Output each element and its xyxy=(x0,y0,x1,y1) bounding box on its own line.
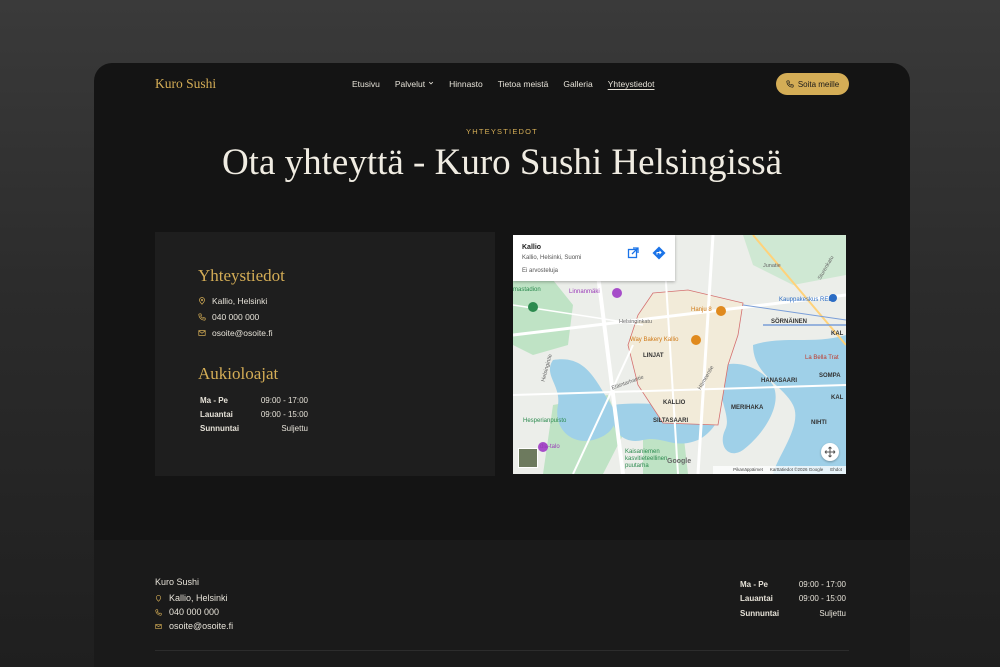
footer-divider xyxy=(155,650,849,651)
map-terms-link[interactable]: Ehdot xyxy=(830,467,842,473)
footer-address-text: Kallio, Helsinki xyxy=(169,593,228,603)
phone-text: 040 000 000 xyxy=(212,312,260,322)
section-eyebrow: YHTEYSTIEDOT xyxy=(466,127,538,136)
map-label: NIHTI xyxy=(811,420,827,426)
map-attribution: Pikanäppäimet Karttatiedot ©2026 Google … xyxy=(713,466,846,474)
contact-heading: Yhteystiedot xyxy=(198,266,285,285)
phone-icon xyxy=(155,608,162,616)
mail-icon xyxy=(198,330,206,336)
nav-item-tietoa[interactable]: Tietoa meistä xyxy=(498,79,549,89)
footer-email-text: osoite@osoite.fi xyxy=(169,621,234,631)
contact-phone[interactable]: 040 000 000 xyxy=(198,312,259,322)
hours-time: 09:00 - 15:00 xyxy=(798,594,846,604)
directions-icon[interactable] xyxy=(651,245,667,261)
footer-address: Kallio, Helsinki xyxy=(155,593,228,603)
contact-address: Kallio, Helsinki xyxy=(198,296,267,306)
footer-phone-text: 040 000 000 xyxy=(169,607,220,617)
hours-time: Suljettu xyxy=(819,608,846,618)
footer-phone[interactable]: 040 000 000 xyxy=(155,607,219,617)
map-place-card: Kallio Kallio, Helsinki, Suomi Ei arvost… xyxy=(513,235,675,281)
map-label: Kauppakeskus REDI xyxy=(779,297,835,303)
contact-email[interactable]: osoite@osoite.fi xyxy=(198,328,273,338)
place-name: Kallio xyxy=(522,244,542,251)
map-label: Junatie xyxy=(763,263,781,269)
place-reviews[interactable]: Ei arvosteluja xyxy=(522,268,558,274)
map-label: KAL xyxy=(831,395,844,401)
site-footer: Kuro Sushi Kallio, Helsinki 040 000 000 … xyxy=(94,540,910,667)
map-label: mastadion xyxy=(513,287,541,293)
address-text: Kallio, Helsinki xyxy=(212,296,268,306)
hours-time: 09:00 - 15:00 xyxy=(260,409,308,419)
site-logo[interactable]: Kuro Sushi xyxy=(155,76,216,92)
hours-day: Sunnuntai xyxy=(740,608,780,618)
map-label: SÖRNÄINEN xyxy=(771,319,808,325)
hours-row: Sunnuntai Suljettu xyxy=(740,606,846,621)
map-layer-thumbnail[interactable] xyxy=(518,448,538,468)
map-label: LINJAT xyxy=(643,353,664,359)
hours-day: Ma - Pe xyxy=(740,579,769,589)
map-label: MERIHAKA xyxy=(731,405,764,411)
page-title: Ota yhteyttä - Kuro Sushi Helsingissä xyxy=(221,142,783,183)
hours-day: Ma - Pe xyxy=(200,395,229,405)
hours-row: Ma - Pe 09:00 - 17:00 xyxy=(200,393,308,407)
chevron-down-icon xyxy=(429,81,434,85)
google-logo: Google xyxy=(667,458,692,465)
hours-day: Sunnuntai xyxy=(200,423,240,433)
footer-hours: Ma - Pe 09:00 - 17:00 Lauantai 09:00 - 15:… xyxy=(740,577,846,621)
map-label: La Bella Trat xyxy=(805,355,839,361)
browser-page: Kuro Sushi Etusivu Palvelut Hinnasto Tie… xyxy=(94,63,910,667)
google-map[interactable]: Linnanmäki mastadion Hanju 8 Way Bakery … xyxy=(513,235,846,474)
nav-item-galleria[interactable]: Galleria xyxy=(563,79,592,89)
phone-icon xyxy=(198,313,206,321)
map-label: KAL xyxy=(831,331,844,337)
hours-day: Lauantai xyxy=(200,409,233,419)
site-header: Kuro Sushi Etusivu Palvelut Hinnasto Tie… xyxy=(94,63,910,105)
hours-row: Ma - Pe 09:00 - 17:00 xyxy=(740,577,846,592)
nav-item-label: Palvelut xyxy=(394,79,426,89)
nav-item-palvelut[interactable]: Palvelut xyxy=(395,79,434,89)
map-label: Hanju 8 xyxy=(691,307,712,313)
main-nav: Etusivu Palvelut Hinnasto Tietoa meistä … xyxy=(352,79,669,89)
footer-email[interactable]: osoite@osoite.fi xyxy=(155,621,233,631)
hours-row: Lauantai 09:00 - 15:00 xyxy=(740,592,846,607)
hours-row: Sunnuntai Suljettu xyxy=(200,421,308,435)
footer-brand: Kuro Sushi xyxy=(155,577,200,587)
call-button-label: Soita meille xyxy=(797,79,840,89)
map-label: SOMPA xyxy=(819,373,841,379)
nav-item-etusivu[interactable]: Etusivu xyxy=(352,79,380,89)
map-data-credit: Karttatiedot ©2026 Google xyxy=(769,467,824,472)
hours-time: 09:00 - 17:00 xyxy=(260,395,308,405)
place-address: Kallio, Helsinki, Suomi xyxy=(522,255,582,261)
external-link-icon[interactable] xyxy=(625,245,641,261)
contact-card: Yhteystiedot Kallio, Helsinki 040 000 00… xyxy=(155,232,495,476)
map-label: Way Bakery Kallio xyxy=(630,337,679,343)
nav-item-yhteystiedot[interactable]: Yhteystiedot xyxy=(608,79,655,89)
mail-icon xyxy=(155,623,162,629)
pin-icon xyxy=(155,594,162,602)
hours-time: Suljettu xyxy=(281,423,308,433)
fullscreen-button[interactable] xyxy=(821,443,839,461)
map-label: SILTASAARI xyxy=(653,418,689,424)
call-button[interactable]: Soita meille xyxy=(776,73,849,95)
map-label: dia-talo xyxy=(540,444,560,450)
hours-day: Lauantai xyxy=(740,594,773,604)
hours-heading: Aukioloajat xyxy=(198,364,279,383)
email-text: osoite@osoite.fi xyxy=(212,328,273,338)
map-label: Hesperianpuisto xyxy=(523,418,567,424)
map-label: Helsinginkatu xyxy=(619,319,653,325)
map-label: HANASAARI xyxy=(761,378,797,384)
map-label: KALLIO xyxy=(663,400,686,406)
nav-item-hinnasto[interactable]: Hinnasto xyxy=(449,79,483,89)
hours-time: 09:00 - 17:00 xyxy=(798,579,846,589)
pin-icon xyxy=(199,297,205,305)
map-shortcuts-link[interactable]: Pikanäppäimet xyxy=(733,467,763,473)
phone-icon xyxy=(786,80,794,88)
map-label: Linnanmäki xyxy=(569,289,600,295)
hours-row: Lauantai 09:00 - 15:00 xyxy=(200,407,308,421)
hours-table: Ma - Pe 09:00 - 17:00 Lauantai 09:00 - 15:… xyxy=(200,393,308,435)
fullscreen-icon xyxy=(824,446,836,458)
